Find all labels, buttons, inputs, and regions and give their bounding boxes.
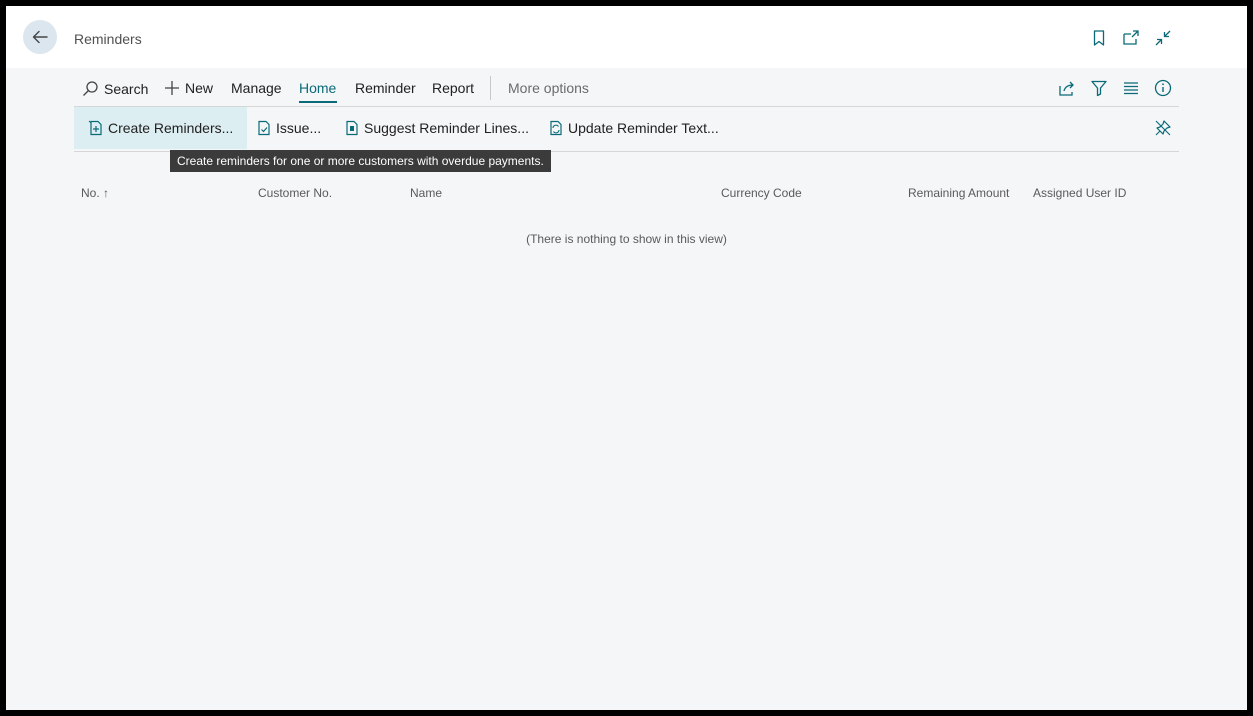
update-text-label: Update Reminder Text... [568,120,719,136]
search-button[interactable]: Search [82,80,148,97]
action-bar: Search New Manage Home Reminder Report M… [74,68,1179,107]
create-reminders-tooltip: Create reminders for one or more custome… [170,150,551,172]
create-reminders-label: Create Reminders... [108,120,234,136]
more-options-label: More options [508,80,589,96]
issue-label: Issue... [276,120,322,136]
bookmark-icon[interactable] [1090,29,1108,47]
reminders-page: Reminders Search New Manage Home Reminde… [6,6,1247,710]
report-label: Report [432,80,475,96]
back-arrow-icon [31,28,49,46]
suggest-lines-label: Suggest Reminder Lines... [364,120,529,136]
back-button[interactable] [23,20,57,54]
tab-home[interactable]: Home [299,80,336,96]
plus-icon [164,80,180,96]
page-title: Reminders [74,31,142,47]
column-header-currency-code[interactable]: Currency Code [721,186,802,200]
suggest-lines-icon [344,120,360,136]
column-header-no[interactable]: No. ↑ [81,186,109,200]
update-reminder-text-button[interactable]: Update Reminder Text... [548,107,719,149]
share-icon[interactable] [1058,79,1076,97]
update-text-icon [548,120,564,136]
create-reminders-button[interactable]: Create Reminders... [74,107,248,149]
pin-icon[interactable] [1154,119,1172,137]
column-header-remaining-amount[interactable]: Remaining Amount [908,186,1009,200]
column-header-name[interactable]: Name [410,186,442,200]
page-header: Reminders [6,6,1247,68]
new-label: New [185,80,214,96]
reminder-label: Reminder [355,80,416,96]
more-options-button[interactable]: More options [508,80,589,96]
open-new-window-icon[interactable] [1122,29,1140,47]
column-header-assigned-user-id[interactable]: Assigned User ID [1033,186,1126,200]
report-menu[interactable]: Report [432,80,474,96]
search-icon [82,80,99,97]
column-header-customer-no[interactable]: Customer No. [258,186,332,200]
reminder-menu[interactable]: Reminder [355,80,416,96]
home-actions-bar: Create Reminders... Issue... Suggest Rem… [74,107,1179,152]
action-separator [490,76,491,100]
create-document-icon [88,120,104,136]
manage-menu[interactable]: Manage [231,80,282,96]
filter-icon[interactable] [1090,79,1108,97]
collapse-icon[interactable] [1154,29,1172,47]
info-icon[interactable] [1154,79,1172,97]
suggest-reminder-lines-button[interactable]: Suggest Reminder Lines... [344,107,529,149]
manage-label: Manage [231,80,282,96]
home-active-indicator [299,101,337,103]
issue-button[interactable]: Issue... [256,107,321,149]
home-label: Home [299,80,337,96]
issue-document-icon [256,120,272,136]
new-button[interactable]: New [164,80,213,96]
list-view-icon[interactable] [1122,79,1140,97]
search-label: Search [104,80,149,97]
empty-list-message: (There is nothing to show in this view) [526,232,727,246]
